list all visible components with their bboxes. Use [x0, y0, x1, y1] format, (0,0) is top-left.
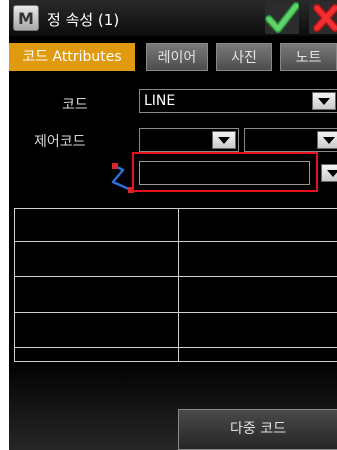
cancel-button[interactable]	[309, 2, 337, 34]
grid-column-divider	[178, 209, 179, 361]
app-logo-icon: M	[13, 5, 39, 31]
grid-row-divider	[15, 347, 337, 348]
chevron-down-icon	[327, 170, 337, 177]
code-dropdown-button[interactable]	[312, 92, 336, 110]
control-code-1-dropdown-button[interactable]	[212, 131, 236, 149]
chevron-down-icon	[318, 98, 330, 105]
control-code-dropdown-1[interactable]	[139, 128, 239, 152]
attribute-grid[interactable]	[14, 208, 337, 362]
screen: M 정 속성 (1) 코드 Attributes 레이어 사진 노트 코드 LI…	[9, 0, 337, 450]
tab-photo[interactable]: 사진	[216, 43, 272, 71]
layer-dropdown-button[interactable]	[321, 164, 337, 182]
tab-note[interactable]: 노트	[280, 43, 337, 71]
code-label: 코드	[62, 97, 88, 113]
tab-layer[interactable]: 레이어	[146, 43, 208, 71]
code-dropdown[interactable]: LINE	[139, 89, 337, 113]
layer-input[interactable]	[139, 161, 310, 185]
close-icon	[313, 4, 337, 32]
multi-code-button[interactable]: 다중 코드	[178, 409, 337, 450]
tab-code-attributes[interactable]: 코드 Attributes	[9, 43, 135, 71]
checkmark-icon	[265, 2, 300, 33]
title-bar: M 정 속성 (1)	[9, 0, 337, 36]
chevron-down-icon	[323, 137, 335, 144]
chevron-down-icon	[218, 137, 230, 144]
ok-button[interactable]	[265, 2, 300, 34]
control-code-2-dropdown-button[interactable]	[317, 131, 337, 149]
grid-row-divider	[15, 276, 337, 277]
grid-row-divider	[15, 312, 337, 313]
grid-row-divider	[15, 241, 337, 242]
window-title: 정 속성 (1)	[47, 11, 120, 29]
app-logo-letter: M	[18, 9, 34, 28]
code-value: LINE	[144, 93, 176, 109]
control-code-label: 제어코드	[34, 134, 86, 150]
control-code-dropdown-2[interactable]	[244, 128, 337, 152]
